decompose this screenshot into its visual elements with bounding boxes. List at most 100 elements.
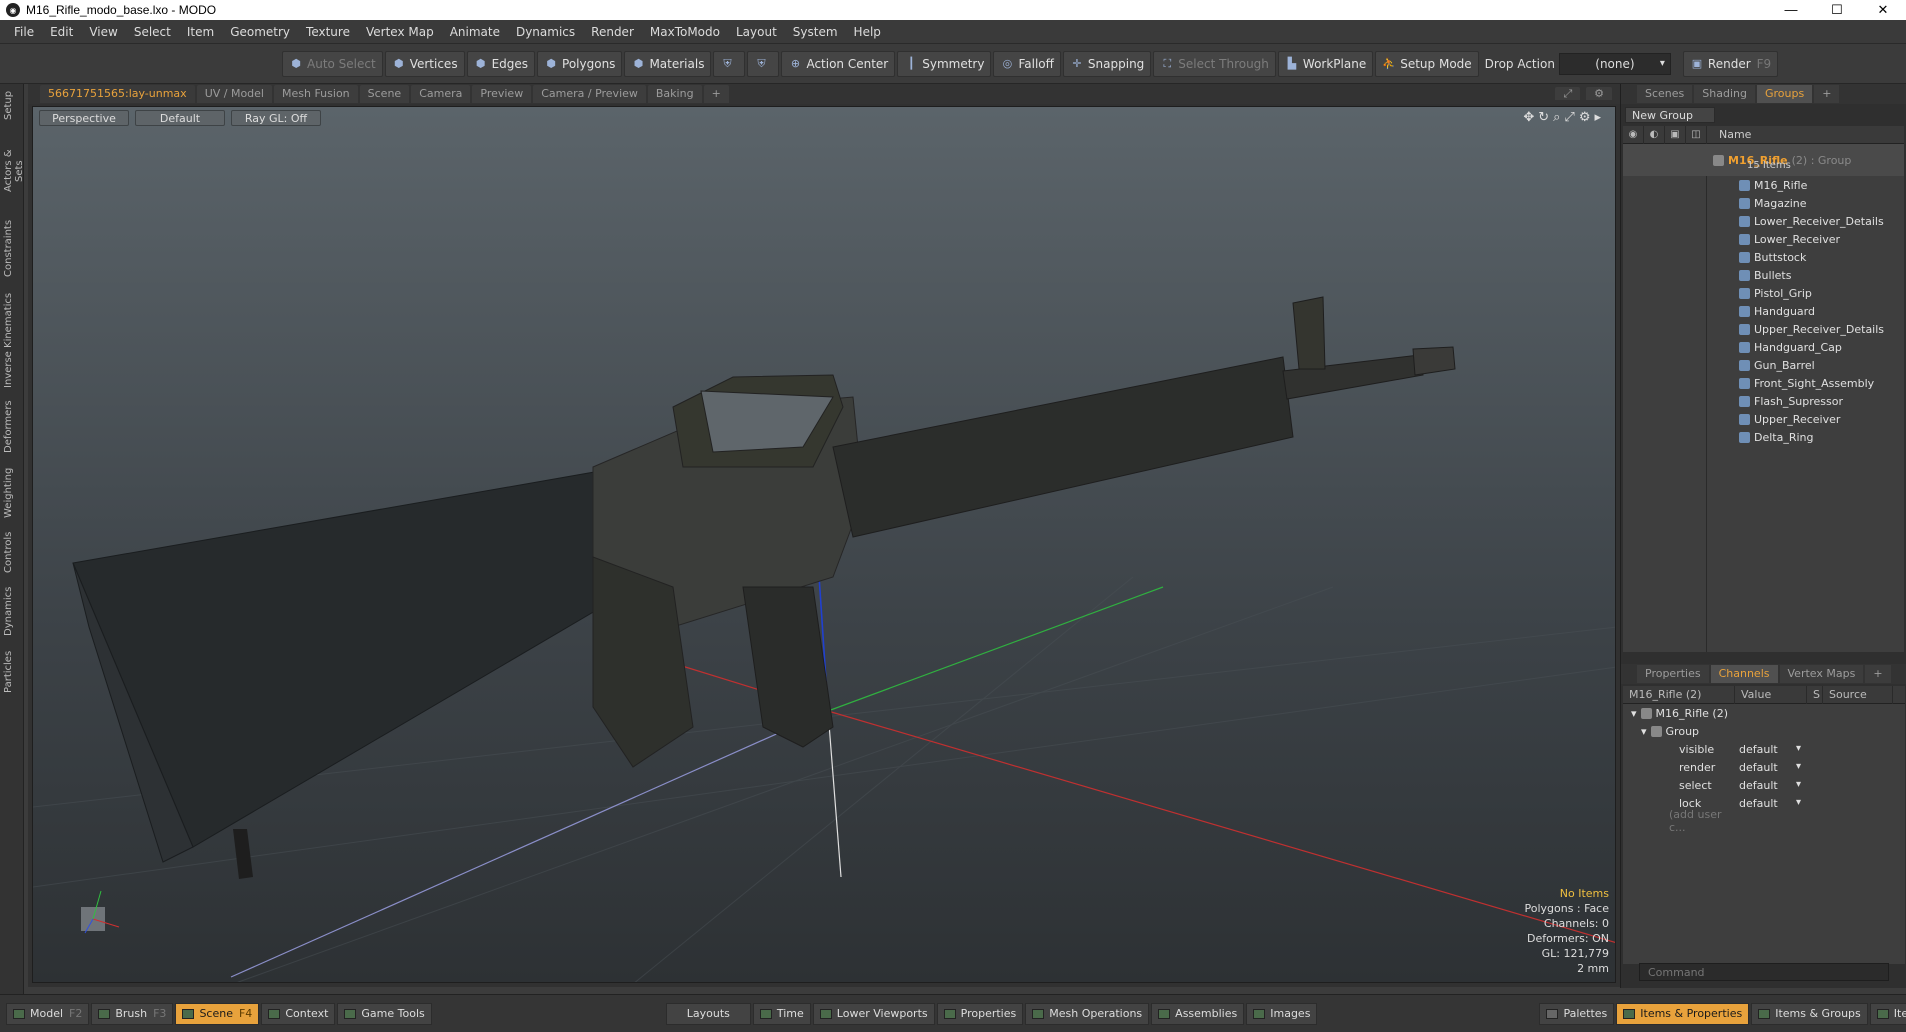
tab-controls[interactable]: Controls [3, 528, 19, 576]
channel-root-row[interactable]: ▾ M16_Rifle (2) [1623, 704, 1905, 722]
menu-system[interactable]: System [785, 25, 846, 39]
value-dropdown[interactable]: default [1735, 761, 1807, 774]
list-item[interactable]: Lower_Receiver [1623, 230, 1904, 248]
expand-icon[interactable]: ▾ [1631, 707, 1637, 720]
maximize-viewport-icon[interactable]: ⤢ [1555, 87, 1581, 100]
tab-scene[interactable]: Scene [359, 85, 410, 103]
raygl-toggle[interactable]: Ray GL: Off [231, 110, 321, 126]
items-shading-button[interactable]: Items & Shading [1869, 1002, 1906, 1025]
list-item[interactable]: Buttstock [1623, 248, 1904, 266]
tab-inverse-kinematics[interactable]: Inverse Kinematics [3, 290, 19, 390]
menu-maxtomodo[interactable]: MaxToModo [642, 25, 728, 39]
tab-layout-unmax[interactable]: 56671751565:lay-unmax [40, 85, 195, 103]
group-row[interactable]: M16_Rifle (2) : Group 15 Items [1623, 144, 1904, 176]
menu-view[interactable]: View [81, 25, 125, 39]
tab-constraints[interactable]: Constraints [3, 216, 19, 280]
menu-item[interactable]: Item [179, 25, 222, 39]
add-lower-tab-button[interactable]: + [1865, 665, 1891, 683]
item-mode-button[interactable]: ⛨ [713, 50, 746, 77]
tab-vertex-maps[interactable]: Vertex Maps [1779, 665, 1864, 683]
menu-texture[interactable]: Texture [298, 25, 358, 39]
palettes-button[interactable]: Palettes [1539, 1002, 1615, 1025]
tab-deformers[interactable]: Deformers [3, 398, 19, 456]
list-item[interactable]: Lower_Receiver_Details [1623, 212, 1904, 230]
menu-layout[interactable]: Layout [728, 25, 785, 39]
fit-icon[interactable]: ⤢ [1564, 110, 1578, 125]
new-group-button[interactable]: New Group [1625, 107, 1715, 123]
maximize-icon[interactable]: ☐ [1814, 0, 1860, 20]
menu-animate[interactable]: Animate [442, 25, 508, 39]
polygons-button[interactable]: ⬢ Polygons [537, 50, 623, 77]
menu-help[interactable]: Help [846, 25, 889, 39]
channel-row[interactable]: select default [1623, 776, 1905, 794]
value-dropdown[interactable]: default [1735, 743, 1807, 756]
list-item[interactable]: Pistol_Grip [1623, 284, 1904, 302]
falloff-button[interactable]: ◎ Falloff [993, 50, 1061, 77]
tab-actors-sets[interactable]: Actors & Sets [3, 138, 25, 204]
auto-select-button[interactable]: ⬢ Auto Select [282, 50, 383, 77]
menu-vertex-map[interactable]: Vertex Map [358, 25, 442, 39]
menu-render[interactable]: Render [583, 25, 642, 39]
tab-particles[interactable]: Particles [3, 646, 19, 698]
pan-icon[interactable]: ✥ [1523, 110, 1538, 125]
expand-icon[interactable]: ▸ [1594, 110, 1605, 125]
command-input[interactable] [1639, 963, 1889, 981]
tab-weighting[interactable]: Weighting [3, 464, 19, 522]
close-icon[interactable]: ✕ [1860, 0, 1906, 20]
brush-layout-button[interactable]: Brush F3 [91, 1002, 174, 1025]
zoom-icon[interactable]: ⌕ [1553, 110, 1564, 125]
tab-camera[interactable]: Camera [411, 85, 471, 103]
list-item[interactable]: Gun_Barrel [1623, 356, 1904, 374]
select-through-button[interactable]: ⛶ Select Through [1153, 50, 1276, 77]
list-item[interactable]: Upper_Receiver_Details [1623, 320, 1904, 338]
list-item[interactable]: M16_Rifle [1623, 176, 1904, 194]
tab-baking[interactable]: Baking [647, 85, 702, 103]
action-center-button[interactable]: ⊕ Action Center [781, 50, 896, 77]
setup-mode-button[interactable]: ⛹ Setup Mode [1375, 50, 1479, 77]
tab-groups[interactable]: Groups [1756, 85, 1813, 103]
channel-row[interactable]: render default [1623, 758, 1905, 776]
add-panel-tab-button[interactable]: + [1814, 85, 1840, 103]
style-dropdown[interactable]: Default [135, 110, 225, 126]
time-button[interactable]: Time [752, 1002, 811, 1025]
model-layout-button[interactable]: Model F2 [6, 1002, 90, 1025]
lower-viewports-button[interactable]: Lower Viewports [812, 1002, 935, 1025]
mesh-operations-button[interactable]: Mesh Operations [1025, 1002, 1150, 1025]
m16-rifle-model[interactable] [72, 296, 1456, 879]
layouts-button[interactable]: Layouts [665, 1002, 751, 1025]
3d-viewport[interactable]: Perspective Default Ray GL: Off ✥↻⌕⤢⚙▸ N… [32, 106, 1616, 983]
materials-button[interactable]: ⬢ Materials [624, 50, 712, 77]
menu-file[interactable]: File [6, 25, 42, 39]
list-item[interactable]: Upper_Receiver [1623, 410, 1904, 428]
list-item[interactable]: Flash_Supressor [1623, 392, 1904, 410]
game-tools-layout-button[interactable]: Game Tools [337, 1002, 432, 1025]
scene-layout-button[interactable]: Scene F4 [175, 1002, 260, 1025]
tab-preview[interactable]: Preview [472, 85, 532, 103]
channel-group-row[interactable]: ▾ Group [1623, 722, 1905, 740]
workplane-button[interactable]: ▙ WorkPlane [1277, 50, 1374, 77]
eye-icon[interactable]: ◉ [1623, 125, 1644, 144]
images-button[interactable]: Images [1246, 1002, 1318, 1025]
tab-scenes[interactable]: Scenes [1637, 85, 1693, 103]
tab-properties[interactable]: Properties [1637, 665, 1709, 683]
tab-setup[interactable]: Setup [3, 88, 19, 122]
symmetry-button[interactable]: ┃ Symmetry [897, 50, 992, 77]
channels-list[interactable]: ▾M16_Rifle (2) ▾Group visibledefault ren… [1623, 704, 1905, 964]
render-toggle-icon[interactable]: ◐ [1644, 125, 1665, 144]
drop-action-dropdown[interactable]: (none) [1558, 52, 1671, 75]
view-settings-icon[interactable]: ⚙ [1579, 110, 1595, 125]
minimize-icon[interactable]: — [1768, 0, 1814, 20]
add-tab-button[interactable]: + [703, 85, 729, 103]
tab-uv-model[interactable]: UV / Model [196, 85, 272, 103]
list-item[interactable]: Bullets [1623, 266, 1904, 284]
tab-dynamics[interactable]: Dynamics [3, 582, 19, 640]
viewport-settings-icon[interactable]: ⚙ [1586, 87, 1612, 100]
vertices-button[interactable]: ⬢ Vertices [384, 50, 465, 77]
list-item[interactable]: Front_Sight_Assembly [1623, 374, 1904, 392]
lock-icon[interactable]: ▣ [1665, 125, 1686, 144]
assemblies-button[interactable]: Assemblies [1151, 1002, 1245, 1025]
rotate-icon[interactable]: ↻ [1538, 110, 1553, 125]
edges-button[interactable]: ⬢ Edges [466, 50, 536, 77]
add-user-channel-row[interactable]: (add user c... [1623, 808, 1905, 834]
tab-shading[interactable]: Shading [1694, 85, 1755, 103]
